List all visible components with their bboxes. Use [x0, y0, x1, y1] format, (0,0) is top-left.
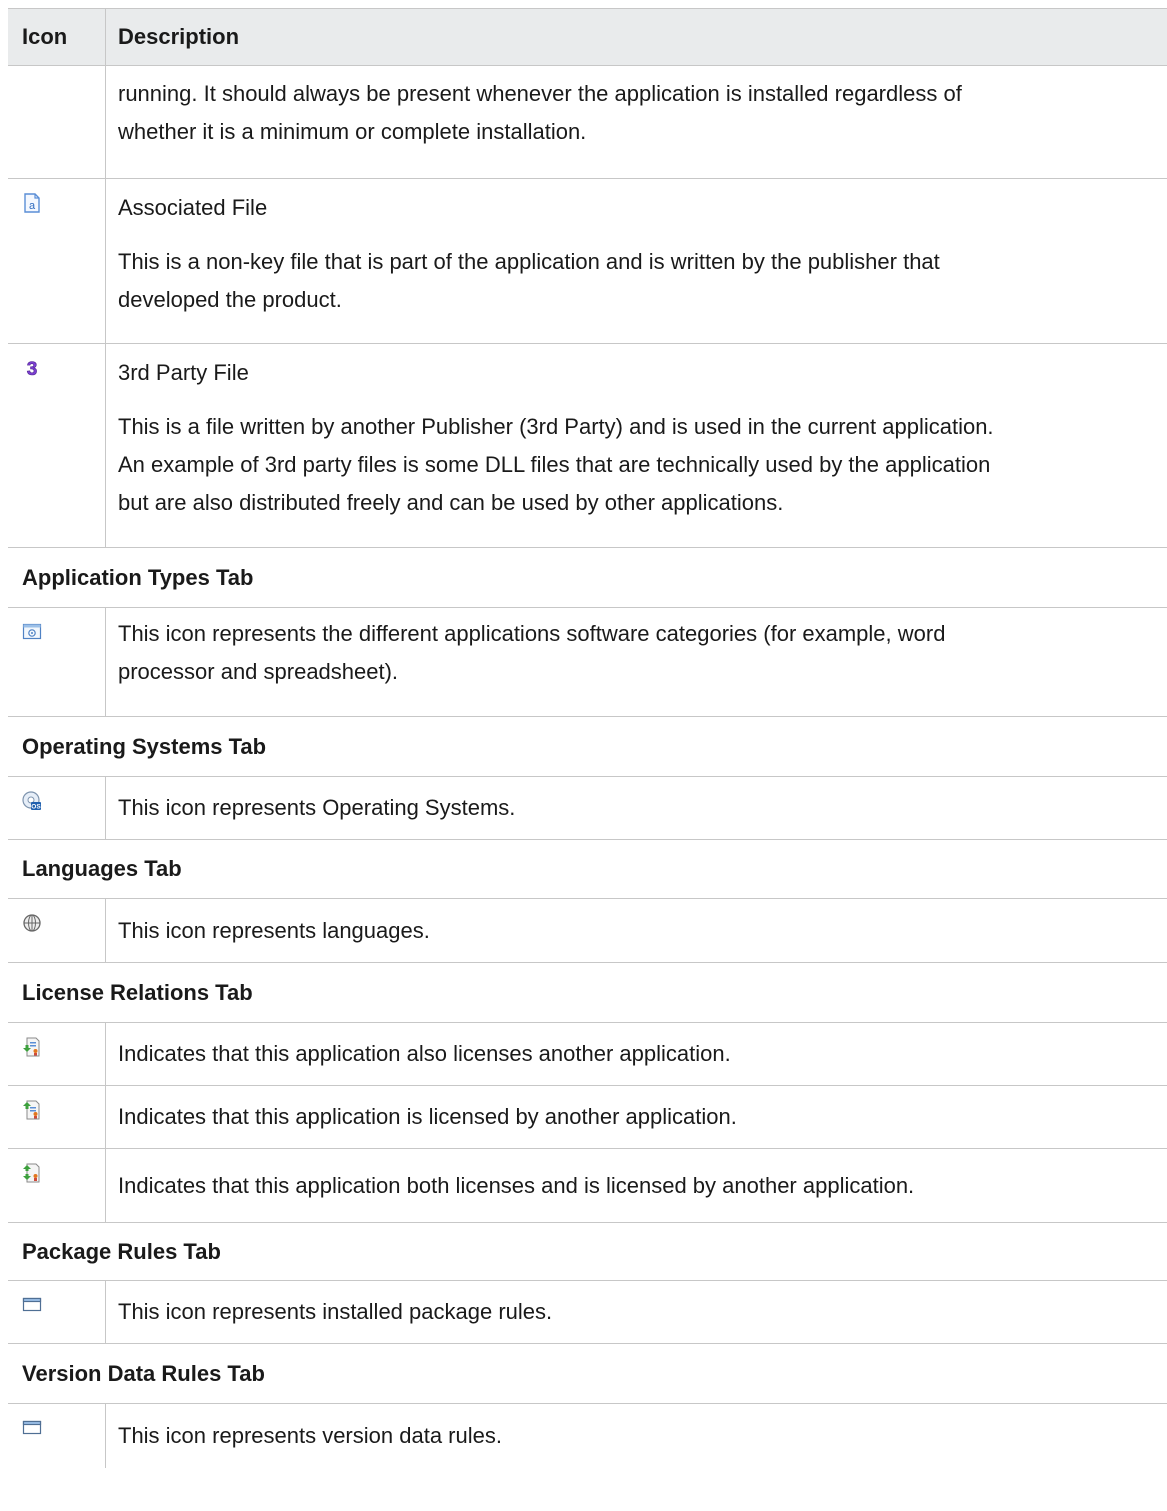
svg-text:3: 3 — [27, 359, 38, 378]
package-rule-icon — [22, 1297, 42, 1312]
icon-column-header: Icon — [8, 9, 106, 65]
section-header: Application Types Tab — [8, 548, 1167, 608]
description-cell: This icon represents languages. — [106, 899, 1167, 962]
licenses-another-icon — [23, 1037, 40, 1057]
table-row: 3 3rd Party File This is a file written … — [8, 344, 1167, 548]
description-line: An example of 3rd party files is some DL… — [118, 452, 991, 477]
section-header: Package Rules Tab — [8, 1223, 1167, 1281]
globe-icon — [23, 914, 41, 932]
description-line: This is a file written by another Publis… — [118, 414, 994, 439]
description-cell: Indicates that this application both lic… — [106, 1149, 1167, 1222]
description-line: This icon represents the different appli… — [118, 621, 946, 646]
table-header: Icon Description — [8, 8, 1167, 66]
description-line: Indicates that this application is licen… — [118, 1104, 737, 1129]
icon-cell — [8, 1149, 106, 1222]
description-cell: 3rd Party File This is a file written by… — [106, 344, 1167, 547]
section-header: Languages Tab — [8, 840, 1167, 899]
description-cell: This icon represents installed package r… — [106, 1281, 1167, 1343]
table-row: Indicates that this application both lic… — [8, 1149, 1167, 1223]
table-row: This icon represents version data rules. — [8, 1404, 1167, 1468]
description-line: developed the product. — [118, 287, 342, 312]
description-column-header: Description — [118, 24, 240, 49]
icon-cell — [8, 899, 106, 962]
table-row: This icon represents the different appli… — [8, 608, 1167, 717]
third-party-file-icon: 3 — [26, 359, 38, 378]
licenses-both-icon — [23, 1163, 40, 1183]
description-line: Indicates that this application also lic… — [118, 1041, 731, 1066]
table-row: This icon represents languages. — [8, 899, 1167, 963]
svg-text:OS: OS — [31, 804, 41, 811]
description-line: This is a non-key file that is part of t… — [118, 249, 940, 274]
description-line: running. It should always be present whe… — [118, 81, 962, 106]
table-row: Indicates that this application also lic… — [8, 1023, 1167, 1086]
operating-system-icon: OS — [22, 791, 41, 811]
description-line: This icon represents version data rules. — [118, 1423, 502, 1448]
icon-description-table: Icon Description running. It should alwa… — [8, 8, 1167, 1468]
description-cell: Indicates that this application is licen… — [106, 1086, 1167, 1148]
row-title: Associated File — [118, 195, 268, 220]
description-line: This icon represents Operating Systems. — [118, 795, 516, 820]
description-line: This icon represents languages. — [118, 917, 430, 943]
description-cell: This icon represents version data rules. — [106, 1404, 1167, 1468]
description-line: whether it is a minimum or complete inst… — [118, 119, 587, 144]
icon-cell — [8, 1023, 106, 1085]
section-header: Operating Systems Tab — [8, 717, 1167, 777]
description-line: processor and spreadsheet). — [118, 659, 399, 684]
description-cell: This icon represents Operating Systems. — [106, 777, 1167, 839]
table-row: Indicates that this application is licen… — [8, 1086, 1167, 1149]
icon-cell — [8, 1281, 106, 1343]
table-row: OS This icon represents Operating System… — [8, 777, 1167, 840]
icon-cell — [8, 1086, 106, 1148]
icon-cell — [8, 1404, 106, 1468]
table-row: a Associated File This is a non-key file… — [8, 179, 1167, 344]
description-cell: running. It should always be present whe… — [106, 66, 1167, 178]
description-line: This icon represents installed package r… — [118, 1299, 553, 1324]
icon-cell: 3 — [8, 344, 106, 547]
version-data-rule-icon — [22, 1420, 42, 1435]
icon-cell: a — [8, 179, 106, 343]
icon-cell: OS — [8, 777, 106, 839]
icon-cell — [8, 608, 106, 716]
table-row: This icon represents installed package r… — [8, 1281, 1167, 1344]
section-header: License Relations Tab — [8, 963, 1167, 1023]
description-cell: Indicates that this application also lic… — [106, 1023, 1167, 1085]
svg-text:a: a — [29, 200, 36, 212]
associated-file-icon: a — [24, 193, 40, 213]
table-row: running. It should always be present whe… — [8, 66, 1167, 179]
description-cell: This icon represents the different appli… — [106, 608, 1167, 716]
description-line: Indicates that this application both lic… — [118, 1172, 915, 1198]
row-title: 3rd Party File — [118, 360, 249, 385]
icon-cell — [8, 66, 106, 178]
description-line: but are also distributed freely and can … — [118, 490, 784, 515]
application-type-icon — [22, 623, 42, 640]
section-header: Version Data Rules Tab — [8, 1344, 1167, 1404]
licensed-by-another-icon — [23, 1100, 40, 1120]
description-cell: Associated File This is a non-key file t… — [106, 179, 1167, 343]
